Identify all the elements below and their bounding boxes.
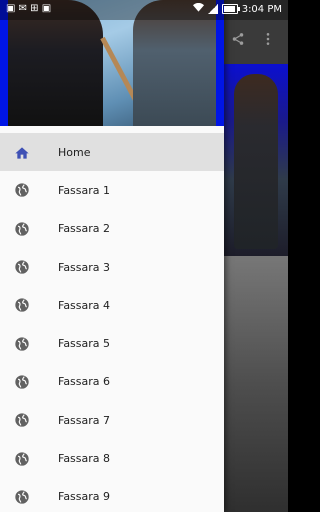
- menu-item-home[interactable]: Home: [0, 133, 224, 172]
- notification-icons: ▣ ✉ ⊞ ▣: [6, 3, 51, 14]
- menu-item-fassara-1[interactable]: Fassara 1: [0, 171, 224, 209]
- menu-item-label: Home: [58, 145, 91, 159]
- globe-icon: [13, 450, 31, 468]
- globe-icon: [13, 335, 31, 353]
- notification-icon: ▣ ✉ ⊞ ▣: [6, 3, 52, 14]
- menu-item-fassara-6[interactable]: Fassara 6: [0, 363, 224, 401]
- globe-icon: [13, 181, 31, 199]
- menu-item-label: Fassara 2: [58, 222, 111, 236]
- menu-item-label: Fassara 7: [58, 413, 111, 427]
- globe-icon: [13, 488, 31, 506]
- background-photo: [224, 64, 288, 256]
- menu-item-fassara-7[interactable]: Fassara 7: [0, 401, 224, 439]
- menu-item-fassara-3[interactable]: Fassara 3: [0, 248, 224, 286]
- status-right: 3:04 PM: [192, 2, 282, 15]
- photo-figure: [234, 74, 278, 249]
- globe-icon: [13, 373, 31, 391]
- more-options-icon[interactable]: [265, 32, 271, 50]
- wifi-icon: [192, 2, 204, 15]
- signal-icon: [207, 4, 218, 14]
- menu-item-fassara-9[interactable]: Fassara 9: [0, 478, 224, 512]
- menu-item-fassara-4[interactable]: Fassara 4: [0, 286, 224, 324]
- share-icon[interactable]: [231, 32, 245, 50]
- globe-icon: [13, 411, 31, 429]
- menu-item-label: Fassara 5: [58, 337, 111, 351]
- menu-item-label: Fassara 4: [58, 298, 111, 312]
- menu-item-label: Fassara 3: [58, 260, 111, 274]
- home-icon: [13, 143, 31, 161]
- menu-item-fassara-8[interactable]: Fassara 8: [0, 439, 224, 477]
- status-bar: ▣ ✉ ⊞ ▣ 3:04 PM: [0, 0, 288, 20]
- screen: ▣ ✉ ⊞ ▣ 3:04 PM Home Fassara 1 Fassara 2…: [0, 0, 288, 512]
- menu-item-fassara-5[interactable]: Fassara 5: [0, 324, 224, 362]
- menu-item-label: Fassara 9: [58, 490, 111, 504]
- globe-icon: [13, 220, 31, 238]
- globe-icon: [13, 258, 31, 276]
- menu-item-label: Fassara 8: [58, 452, 111, 466]
- clock: 3:04 PM: [241, 3, 282, 15]
- background-content: [224, 256, 288, 512]
- drawer-menu: Home Fassara 1 Fassara 2 Fassara 3 Fassa…: [0, 133, 224, 512]
- battery-icon: [221, 4, 240, 14]
- menu-item-fassara-2[interactable]: Fassara 2: [0, 210, 224, 248]
- navigation-drawer: Home Fassara 1 Fassara 2 Fassara 3 Fassa…: [0, 0, 224, 512]
- menu-item-label: Fassara 6: [58, 375, 111, 389]
- menu-item-label: Fassara 1: [58, 183, 111, 197]
- globe-icon: [13, 296, 31, 314]
